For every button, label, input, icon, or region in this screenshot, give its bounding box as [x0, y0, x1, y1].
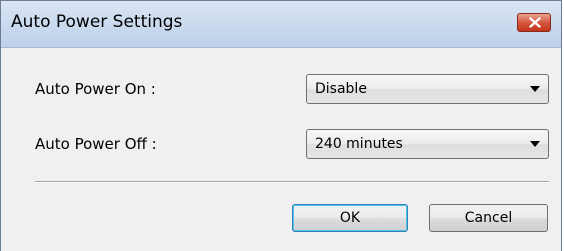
cancel-button[interactable]: Cancel: [429, 204, 548, 232]
ok-button[interactable]: OK: [292, 204, 408, 232]
auto-power-on-label: Auto Power On :: [35, 80, 156, 98]
auto-power-off-value: 240 minutes: [315, 136, 403, 152]
auto-power-settings-dialog: Auto Power Settings Auto Power On : Disa…: [0, 0, 562, 251]
chevron-down-icon: [530, 141, 540, 147]
close-button[interactable]: [517, 13, 551, 32]
auto-power-on-value: Disable: [315, 81, 367, 97]
separator: [35, 181, 549, 183]
title-bar[interactable]: Auto Power Settings: [1, 1, 561, 48]
auto-power-on-select[interactable]: Disable: [306, 74, 549, 104]
auto-power-off-select[interactable]: 240 minutes: [306, 129, 549, 159]
close-icon: [529, 17, 541, 28]
chevron-down-icon: [530, 86, 540, 92]
auto-power-off-label: Auto Power Off :: [35, 135, 157, 153]
dialog-title: Auto Power Settings: [11, 12, 183, 32]
